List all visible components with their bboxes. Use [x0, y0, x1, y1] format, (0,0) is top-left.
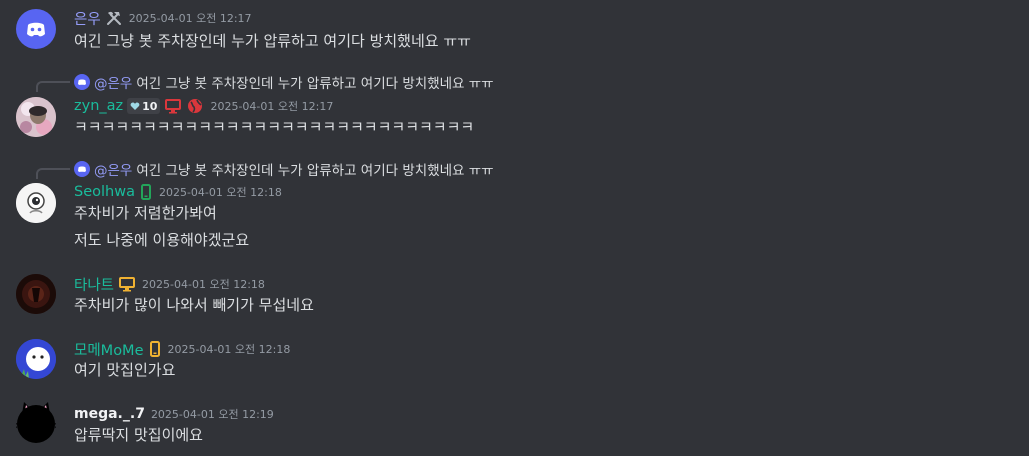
avatar[interactable] — [16, 9, 56, 49]
heart-icon — [130, 102, 140, 110]
reply-avatar — [74, 161, 90, 177]
timestamp: 2025-04-01 오전 12:18 — [142, 278, 265, 291]
mobile-icon — [139, 184, 153, 200]
timestamp: 2025-04-01 오전 12:17 — [210, 100, 334, 113]
timestamp: 2025-04-01 오전 12:18 — [158, 186, 282, 199]
message-text: 주차비가 많이 나와서 빼기가 무섭네요 — [74, 296, 314, 314]
reply-text: 여긴 그냥 봇 주차장인데 누가 압류하고 여기다 방치했네요 ㅠㅠ — [136, 76, 494, 92]
avatar[interactable] — [16, 274, 56, 314]
username[interactable]: mega._.7 — [74, 406, 145, 422]
message-text: 저도 나중에 이용해야겠군요 — [74, 231, 250, 249]
username[interactable]: 타나트 — [74, 274, 114, 295]
message-text: 여기 맛집인가요 — [74, 361, 176, 379]
avatar[interactable] — [16, 402, 56, 444]
message-text: 압류딱지 맛집이에요 — [74, 426, 203, 444]
avatar-image — [16, 274, 56, 314]
cat-avatar-image — [16, 402, 56, 443]
hammer-pick-icon — [105, 10, 123, 26]
avatar[interactable] — [16, 97, 56, 137]
clan-tag[interactable]: 10 — [127, 98, 161, 114]
reply-spine — [36, 168, 70, 179]
chat-messages: 은우 2025-04-01 오전 12:17 여긴 그냥 봇 주차장인데 누가 … — [0, 0, 1029, 456]
timestamp: 2025-04-01 오전 12:19 — [150, 408, 274, 421]
globe-icon — [186, 98, 204, 114]
avatar-image — [16, 183, 56, 223]
reply-text: 여긴 그냥 봇 주차장인데 누가 압류하고 여기다 방치했네요 ㅠㅠ — [136, 163, 494, 179]
username[interactable]: 모메MoMe — [74, 339, 144, 360]
avatar[interactable] — [16, 339, 56, 379]
reply-mention[interactable]: @은우 — [94, 72, 132, 92]
discord-logo-icon — [78, 166, 86, 172]
message-text: 여긴 그냥 봇 주차장인데 누가 압류하고 여기다 방치했네요 ㅠㅠ — [74, 32, 471, 50]
username[interactable]: 은우 — [74, 8, 101, 29]
username[interactable]: Seolhwa — [74, 184, 135, 200]
avatar[interactable] — [16, 183, 56, 223]
avatar-image — [16, 97, 56, 137]
timestamp: 2025-04-01 오전 12:17 — [128, 12, 252, 25]
mobile-icon — [148, 341, 162, 357]
reply-mention[interactable]: @은우 — [94, 159, 132, 179]
reply-spine — [36, 81, 70, 92]
message-text: 주차비가 저렴한가봐여 — [74, 204, 217, 222]
avatar-image — [16, 339, 56, 379]
timestamp: 2025-04-01 오전 12:18 — [167, 343, 291, 356]
username[interactable]: zyn_az — [74, 98, 123, 114]
message-text: ㅋㅋㅋㅋㅋㅋㅋㅋㅋㅋㅋㅋㅋㅋㅋㅋㅋㅋㅋㅋㅋㅋㅋㅋㅋㅋㅋㅋㅋ — [74, 118, 475, 136]
discord-logo-icon — [78, 79, 86, 85]
clan-tag-label: 10 — [142, 99, 158, 113]
reply-preview[interactable]: @은우 여긴 그냥 봇 주차장인데 누가 압류하고 여기다 방치했네요 ㅠㅠ — [74, 72, 494, 92]
discord-logo-icon — [27, 22, 45, 37]
monitor-icon — [164, 98, 182, 114]
monitor-icon — [118, 276, 136, 292]
reply-avatar — [74, 74, 90, 90]
reply-preview[interactable]: @은우 여긴 그냥 봇 주차장인데 누가 압류하고 여기다 방치했네요 ㅠㅠ — [74, 159, 494, 179]
